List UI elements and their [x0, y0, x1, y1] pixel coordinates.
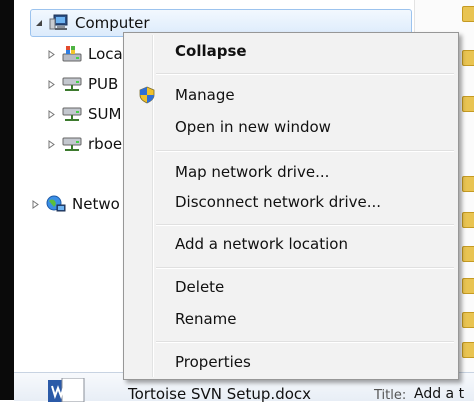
menu-separator	[156, 73, 454, 75]
folder-icon	[462, 176, 474, 192]
menu-item-disconnect-network-drive[interactable]: Disconnect network drive...	[126, 188, 456, 216]
collapsed-arrow-icon[interactable]	[32, 199, 40, 209]
menu-item-label: Manage	[175, 86, 235, 104]
menu-item-label: Add a network location	[175, 235, 348, 253]
uac-shield-icon	[139, 86, 155, 104]
menu-item-label: Collapse	[175, 42, 247, 60]
window-edge	[0, 0, 14, 400]
title-property-label: Title:	[374, 388, 407, 403]
menu-item-manage[interactable]: Manage	[126, 81, 456, 109]
menu-item-delete[interactable]: Delete	[126, 273, 456, 301]
menu-item-label: Rename	[175, 310, 237, 328]
tree-item-label: Loca	[88, 45, 123, 63]
local-disk-icon	[62, 45, 82, 63]
tree-item-label: Computer	[75, 14, 150, 32]
tree-item-network[interactable]: Netwo	[32, 191, 120, 217]
menu-item-map-network-drive[interactable]: Map network drive...	[126, 158, 456, 186]
collapsed-arrow-icon[interactable]	[48, 49, 56, 59]
menu-item-label: Delete	[175, 278, 225, 296]
menu-separator	[156, 341, 454, 343]
menu-item-label: Disconnect network drive...	[175, 193, 382, 211]
network-drive-icon	[62, 135, 82, 153]
collapsed-arrow-icon[interactable]	[48, 139, 56, 149]
folder-icon	[462, 6, 474, 22]
menu-item-label: Map network drive...	[175, 163, 330, 181]
tree-item-label: SUM	[88, 105, 122, 123]
folder-icon	[462, 50, 474, 66]
folder-icon	[462, 246, 474, 262]
menu-item-rename[interactable]: Rename	[126, 305, 456, 333]
tree-item-sum-drive[interactable]: SUM	[48, 101, 121, 127]
folder-icon	[462, 212, 474, 228]
network-drive-icon	[62, 75, 82, 93]
menu-item-label: Properties	[175, 353, 251, 371]
computer-icon	[49, 14, 69, 32]
word-document-icon	[48, 377, 88, 403]
menu-item-collapse[interactable]: Collapse	[126, 37, 456, 65]
tree-item-rboe-drive[interactable]: rboe	[48, 131, 122, 157]
menu-item-add-network-location[interactable]: Add a network location	[126, 230, 456, 258]
collapsed-arrow-icon[interactable]	[48, 109, 56, 119]
tree-item-label: rboe	[88, 135, 123, 153]
network-drive-icon	[62, 105, 82, 123]
menu-separator	[156, 224, 454, 226]
menu-separator	[156, 150, 454, 152]
folder-icon	[462, 278, 474, 294]
tree-item-local-disk[interactable]: Loca	[48, 41, 123, 67]
tree-item-pub-drive[interactable]: PUB	[48, 71, 118, 97]
menu-item-open-in-new-window[interactable]: Open in new window	[126, 113, 456, 141]
collapsed-arrow-icon[interactable]	[48, 79, 56, 89]
selected-file-name: Tortoise SVN Setup.docx	[128, 385, 312, 403]
menu-item-properties[interactable]: Properties	[126, 348, 456, 376]
tree-item-label: Netwo	[72, 195, 120, 213]
folder-icon	[462, 342, 474, 358]
folder-icon	[462, 96, 474, 112]
tree-item-label: PUB	[88, 75, 119, 93]
network-globe-icon	[46, 195, 66, 213]
folder-icon	[462, 312, 474, 328]
expanded-arrow-icon[interactable]	[35, 19, 43, 28]
menu-item-label: Open in new window	[175, 118, 331, 136]
menu-separator	[156, 267, 454, 269]
context-menu: Collapse Manage Open in new window Map n…	[123, 32, 459, 380]
